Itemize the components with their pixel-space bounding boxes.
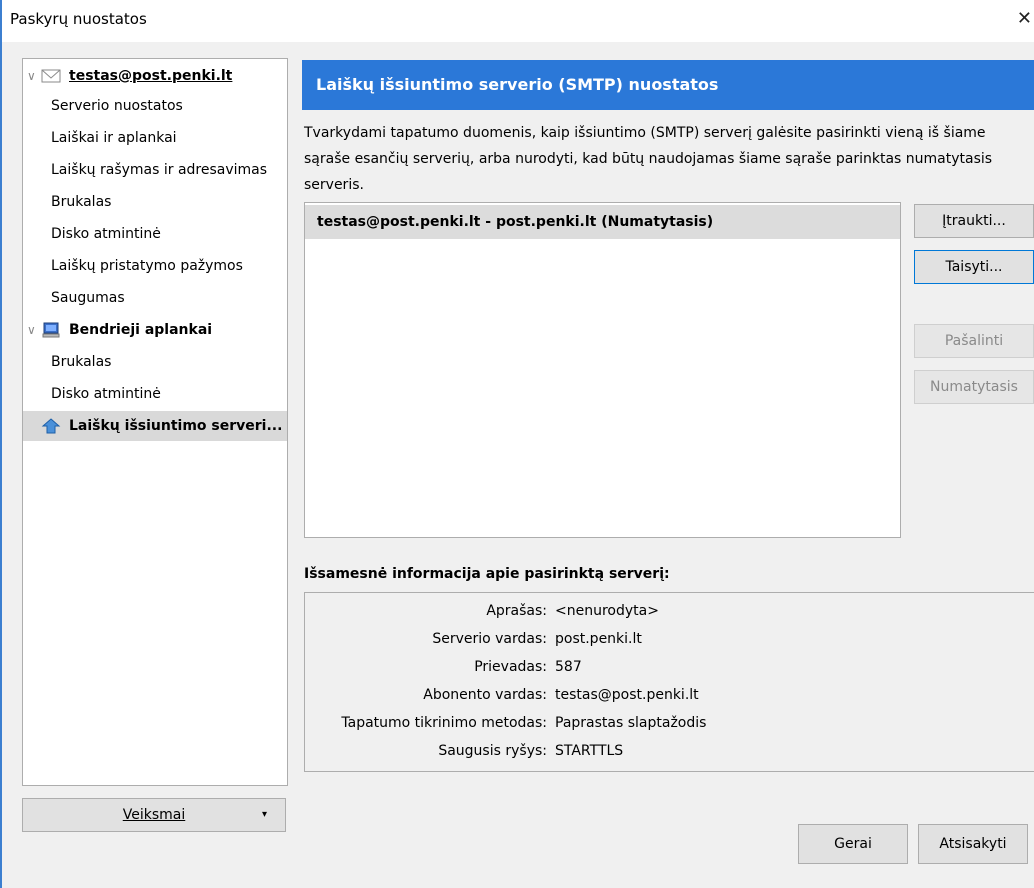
- ok-button[interactable]: Gerai: [798, 824, 908, 864]
- details-heading: Išsamesnė informacija apie pasirinktą se…: [304, 566, 670, 582]
- tree-item-composition[interactable]: Laiškų rašymas ir adresavimas: [23, 155, 287, 185]
- detail-label: Saugusis ryšys:: [438, 743, 547, 759]
- tree-item-label: Serverio nuostatos: [51, 98, 183, 114]
- detail-value: post.penki.lt: [555, 631, 642, 647]
- detail-label: Serverio vardas:: [432, 631, 547, 647]
- close-icon[interactable]: ✕: [1017, 8, 1032, 29]
- tree-item-local-junk[interactable]: Brukalas: [23, 347, 287, 377]
- detail-row-port: Prievadas: 587: [305, 653, 1033, 681]
- detail-value: Paprastas slaptažodis: [555, 715, 707, 731]
- dropdown-arrow-icon: ▾: [261, 809, 267, 820]
- detail-label: Abonento vardas:: [423, 687, 547, 703]
- tree-item-label: Laiškų pristatymo pažymos: [51, 258, 243, 274]
- detail-row-username: Abonento vardas: testas@post.penki.lt: [305, 681, 1033, 709]
- description-text: Tvarkydami tapatumo duomenis, kaip išsiu…: [304, 125, 993, 193]
- tree-item-receipts[interactable]: Laiškų pristatymo pažymos: [23, 251, 287, 281]
- account-settings-dialog: Paskyrų nuostatos ✕ ∨ testas@post.penki.…: [0, 0, 1034, 888]
- detail-label: Prievadas:: [474, 659, 547, 675]
- account-actions-button[interactable]: Veiksmai ▾: [22, 798, 286, 832]
- detail-row-description: Aprašas: <nenurodyta>: [305, 597, 1033, 625]
- expand-chevron-icon[interactable]: ∨: [27, 315, 36, 345]
- tree-account[interactable]: ∨ testas@post.penki.lt: [23, 61, 287, 91]
- tree-item-local-disk-space[interactable]: Disko atmintinė: [23, 379, 287, 409]
- outgoing-server-icon: [41, 418, 61, 434]
- tree-item-junk[interactable]: Brukalas: [23, 187, 287, 217]
- title-bar: Paskyrų nuostatos ✕: [2, 0, 1034, 42]
- detail-value: testas@post.penki.lt: [555, 687, 699, 703]
- page-title: Laiškų išsiuntimo serverio (SMTP) nuosta…: [302, 60, 1034, 110]
- tree-outgoing-server-label: Laiškų išsiuntimo serveri...: [69, 418, 283, 434]
- tree-item-label: Brukalas: [51, 194, 112, 210]
- tree-account-label: testas@post.penki.lt: [69, 68, 233, 84]
- tree-item-label: Laiškai ir aplankai: [51, 130, 177, 146]
- add-server-button[interactable]: Įtraukti...: [914, 204, 1034, 238]
- detail-row-auth-method: Tapatumo tikrinimo metodas: Paprastas sl…: [305, 709, 1033, 737]
- tree-outgoing-server[interactable]: Laiškų išsiuntimo serveri...: [23, 411, 287, 441]
- detail-value: 587: [555, 659, 582, 675]
- tree-item-server-settings[interactable]: Serverio nuostatos: [23, 91, 287, 121]
- remove-server-button[interactable]: Pašalinti: [914, 324, 1034, 358]
- detail-value: <nenurodyta>: [555, 603, 659, 619]
- account-actions-label: Veiksmai: [122, 807, 186, 823]
- smtp-server-list[interactable]: testas@post.penki.lt - post.penki.lt (Nu…: [304, 202, 901, 538]
- tree-item-label: Brukalas: [51, 354, 112, 370]
- detail-row-server-name: Serverio vardas: post.penki.lt: [305, 625, 1033, 653]
- detail-row-security: Saugusis ryšys: STARTTLS: [305, 737, 1033, 765]
- expand-chevron-icon[interactable]: ∨: [27, 61, 36, 91]
- smtp-server-row[interactable]: testas@post.penki.lt - post.penki.lt (Nu…: [305, 205, 900, 239]
- detail-label: Aprašas:: [486, 603, 547, 619]
- tree-item-copies-folders[interactable]: Laiškai ir aplankai: [23, 123, 287, 153]
- window-title: Paskyrų nuostatos: [10, 10, 147, 28]
- envelope-icon: [41, 69, 61, 83]
- edit-server-button[interactable]: Taisyti...: [914, 250, 1034, 284]
- cancel-button[interactable]: Atsisakyti: [918, 824, 1028, 864]
- tree-local-folders-label: Bendrieji aplankai: [69, 322, 213, 338]
- account-tree[interactable]: ∨ testas@post.penki.lt Serverio nuostato…: [22, 58, 288, 786]
- tree-item-disk-space[interactable]: Disko atmintinė: [23, 219, 287, 249]
- tree-item-security[interactable]: Saugumas: [23, 283, 287, 313]
- tree-item-label: Disko atmintinė: [51, 386, 161, 402]
- computer-icon: [42, 322, 60, 338]
- tree-local-folders[interactable]: ∨ Bendrieji aplankai: [23, 315, 287, 345]
- tree-item-label: Saugumas: [51, 290, 125, 306]
- tree-item-label: Disko atmintinė: [51, 226, 161, 242]
- server-details: Aprašas: <nenurodyta> Serverio vardas: p…: [304, 592, 1034, 772]
- set-default-button[interactable]: Numatytasis: [914, 370, 1034, 404]
- tree-item-label: Laiškų rašymas ir adresavimas: [51, 162, 268, 178]
- detail-value: STARTTLS: [555, 743, 624, 759]
- detail-label: Tapatumo tikrinimo metodas:: [341, 715, 547, 731]
